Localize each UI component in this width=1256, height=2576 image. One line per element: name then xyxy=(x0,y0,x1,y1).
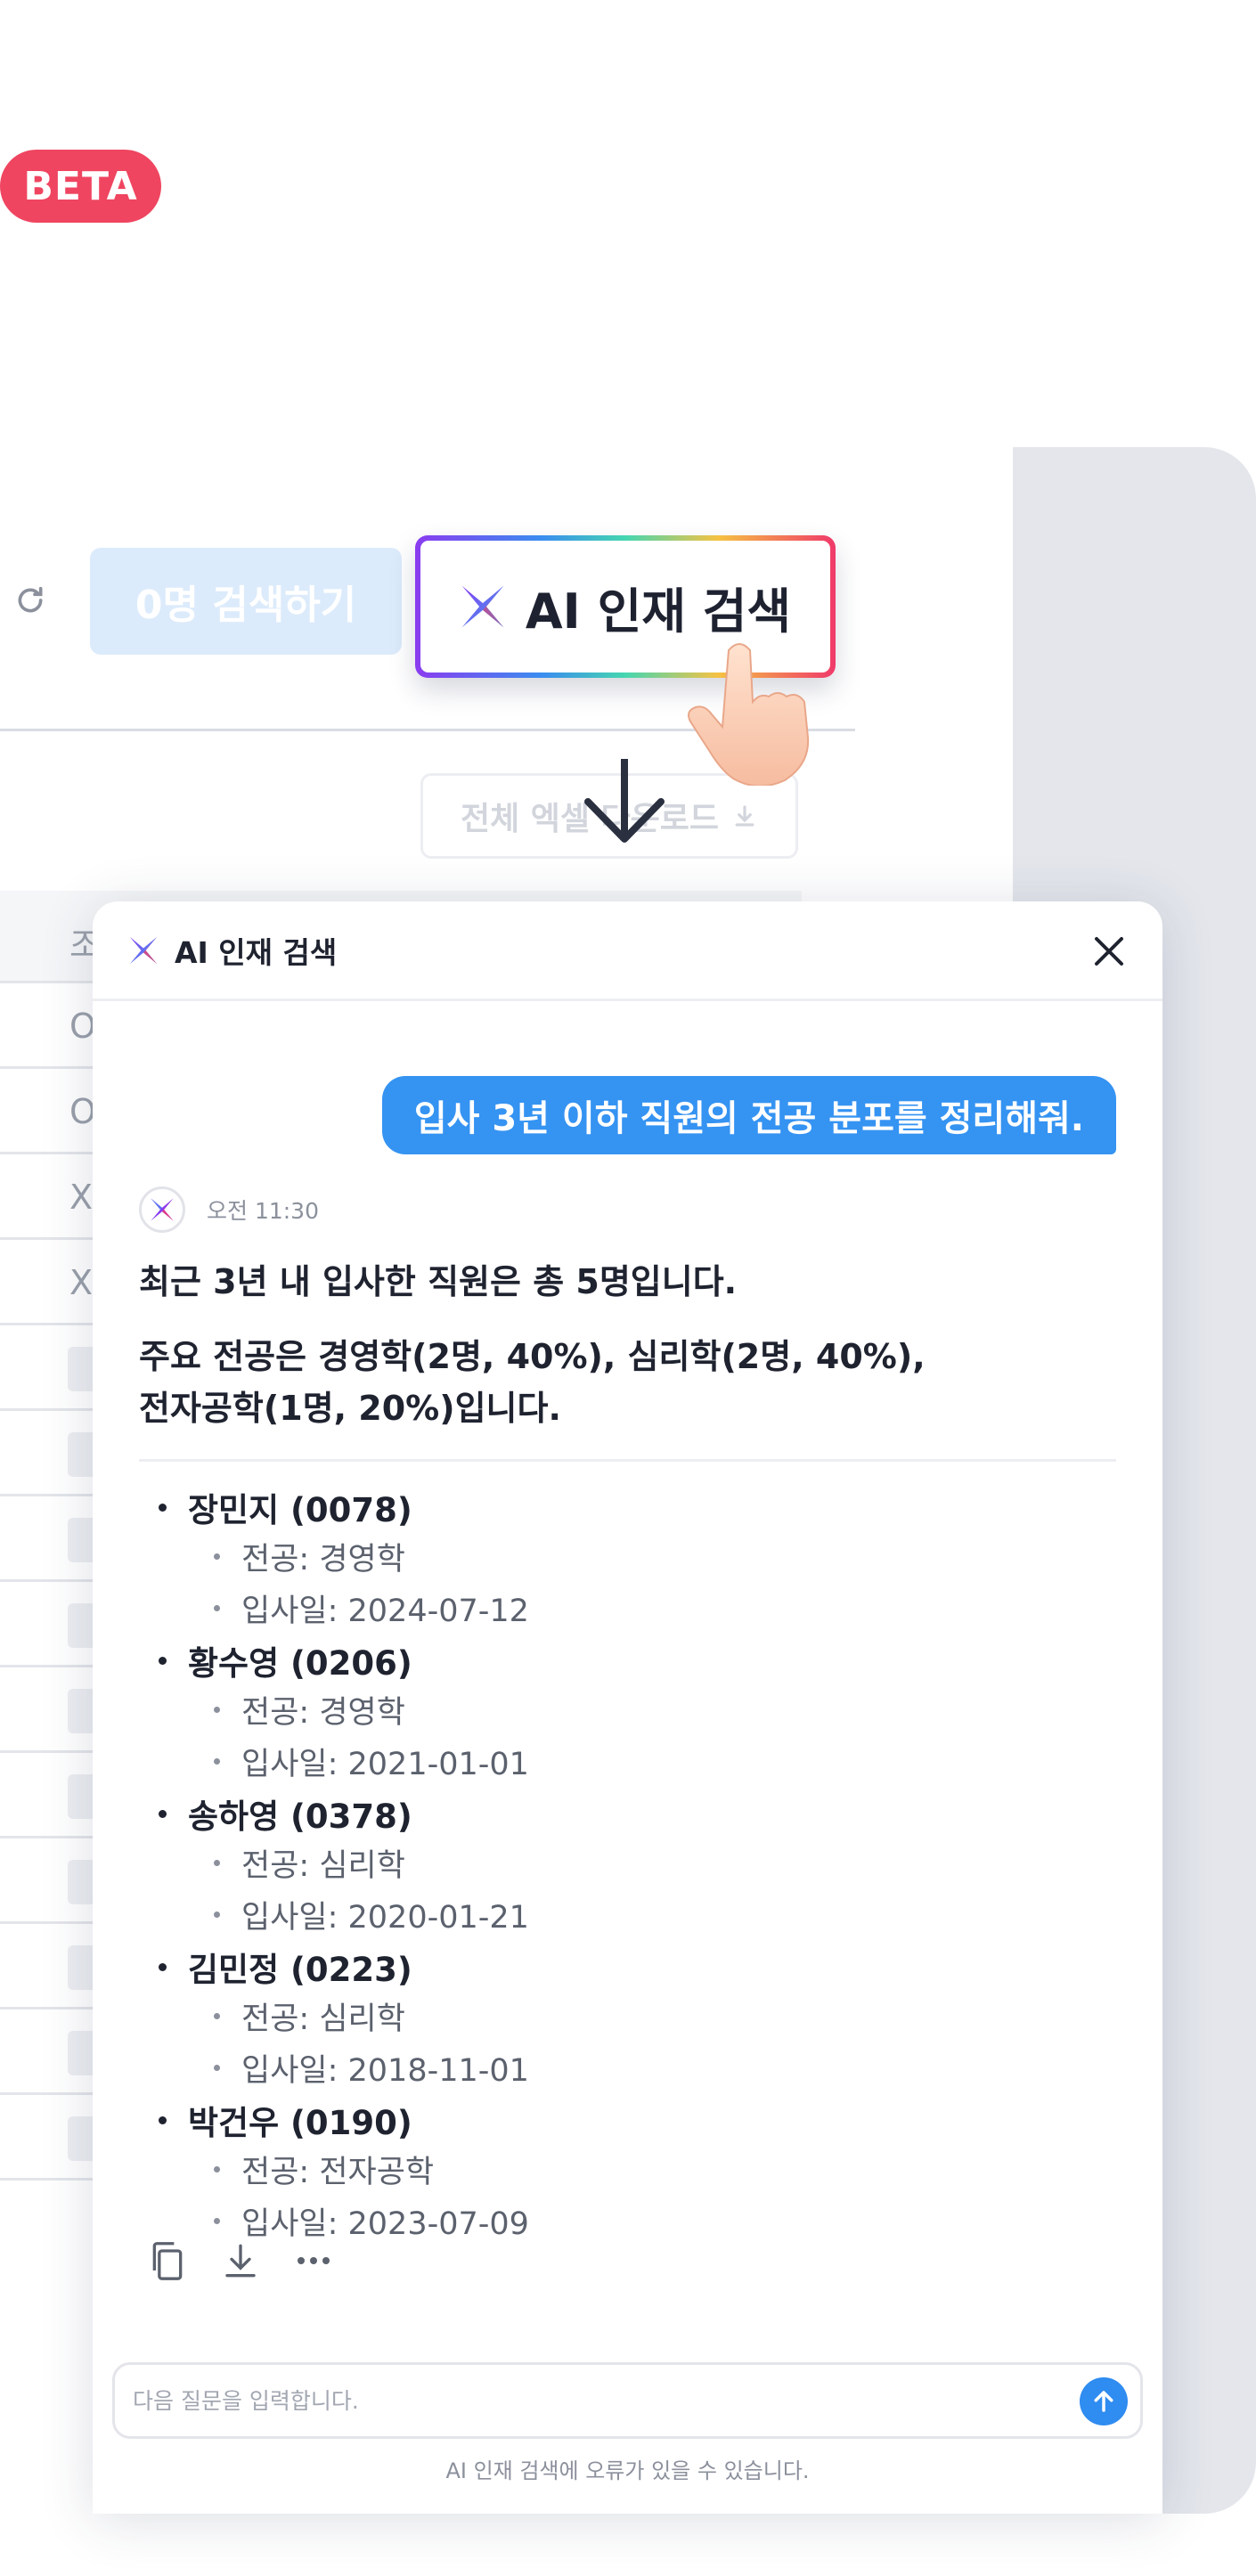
answer-detail-line: 전자공학(1명, 20%)입니다. xyxy=(139,1389,561,1428)
arrow-up-icon xyxy=(1094,2391,1113,2412)
chat-title: AI 인재 검색 xyxy=(175,934,338,970)
table-row xyxy=(0,1838,98,1924)
ai-sparkle-icon xyxy=(129,936,158,964)
table-row xyxy=(0,1325,98,1411)
question-input[interactable] xyxy=(131,2365,1057,2436)
table-row: X xyxy=(0,1240,98,1325)
ai-search-button-label: AI 인재 검색 xyxy=(525,583,792,640)
table-row: X xyxy=(0,1154,98,1240)
close-icon[interactable] xyxy=(1091,933,1127,969)
table-row xyxy=(0,2009,98,2095)
employee-hire-date: 입사일: 2023-07-09 xyxy=(241,2205,529,2242)
employee-hire-date: 입사일: 2021-01-01 xyxy=(241,1746,529,1782)
chat-header: AI 인재 검색 xyxy=(93,901,1162,1001)
table-row: O xyxy=(0,1069,98,1154)
user-message: 입사 3년 이하 직원의 전공 분포를 정리해줘. xyxy=(381,1076,1116,1154)
employee-item: 박건우 (0190) 전공: 전자공학 입사일: 2023-07-09 xyxy=(139,2097,1119,2246)
table-row xyxy=(0,1582,98,1667)
employee-item: 장민지 (0078) 전공: 경영학 입사일: 2024-07-12 xyxy=(139,1484,1119,1634)
employee-major: 전공: 경영학 xyxy=(241,1694,405,1731)
table-cell: X xyxy=(69,1178,94,1217)
disclaimer-text: AI 인재 검색에 오류가 있을 수 있습니다. xyxy=(445,2458,810,2483)
employee-name: 장민지 (0078) xyxy=(188,1491,412,1529)
table-row xyxy=(0,1753,98,1838)
beta-badge: BETA xyxy=(0,150,161,223)
ai-chat-window: AI 인재 검색 입사 3년 이하 직원의 전공 분포를 정리해줘. 오전 11… xyxy=(93,901,1162,2514)
table-row xyxy=(0,1411,98,1496)
message-actions xyxy=(146,2238,335,2284)
employee-name: 송하영 (0378) xyxy=(188,1797,412,1836)
table-row xyxy=(0,1924,98,2009)
ai-sparkle-icon xyxy=(461,585,504,628)
question-input-box xyxy=(112,2362,1143,2439)
employee-hire-date: 입사일: 2020-01-21 xyxy=(241,1899,529,1936)
employee-item: 김민정 (0223) 전공: 심리학 입사일: 2018-11-01 xyxy=(139,1944,1119,2093)
refresh-icon[interactable] xyxy=(12,583,48,618)
employee-name: 김민정 (0223) xyxy=(188,1951,412,1989)
ai-sparkle-icon xyxy=(151,1198,174,1221)
search-count-button[interactable]: 0명 검색하기 xyxy=(90,548,402,655)
send-button[interactable] xyxy=(1080,2377,1128,2425)
table-cell: X xyxy=(69,1263,94,1302)
copy-icon[interactable] xyxy=(146,2238,189,2284)
employee-major: 전공: 전자공학 xyxy=(241,2154,435,2190)
table-row xyxy=(0,1496,98,1582)
answer-summary: 최근 3년 내 입사한 직원은 총 5명입니다. xyxy=(139,1262,738,1301)
employee-item: 황수영 (0206) 전공: 경영학 입사일: 2021-01-01 xyxy=(139,1637,1119,1787)
answer-detail-line: 주요 전공은 경영학(2명, 40%), 심리학(2명, 40%), xyxy=(139,1337,926,1376)
employee-name: 황수영 (0206) xyxy=(188,1644,412,1683)
download-icon[interactable] xyxy=(219,2238,262,2284)
answer-divider xyxy=(139,1459,1116,1462)
more-icon[interactable] xyxy=(292,2238,335,2284)
pointing-hand-icon xyxy=(688,639,810,786)
employee-hire-date: 입사일: 2018-11-01 xyxy=(241,2052,529,2089)
table-row xyxy=(0,2095,98,2181)
download-icon xyxy=(735,805,754,827)
table-row xyxy=(0,1667,98,1753)
employee-item: 송하영 (0378) 전공: 심리학 입사일: 2020-01-21 xyxy=(139,1790,1119,1940)
employee-major: 전공: 경영학 xyxy=(241,1541,405,1577)
arrow-down-icon xyxy=(584,759,665,843)
bot-timestamp: 오전 11:30 xyxy=(207,1198,319,1224)
employee-major: 전공: 심리학 xyxy=(241,2001,405,2037)
bot-meta: 오전 11:30 xyxy=(139,1186,319,1233)
bot-avatar xyxy=(139,1186,185,1233)
employee-name: 박건우 (0190) xyxy=(188,2104,412,2142)
employee-major: 전공: 심리학 xyxy=(241,1847,405,1884)
answer-detail: 주요 전공은 경영학(2명, 40%), 심리학(2명, 40%), 전자공학(… xyxy=(139,1331,1119,1434)
employee-list: 장민지 (0078) 전공: 경영학 입사일: 2024-07-12 황수영 (… xyxy=(139,1484,1119,2250)
table-row: O xyxy=(0,983,98,1069)
employee-hire-date: 입사일: 2024-07-12 xyxy=(241,1593,529,1629)
